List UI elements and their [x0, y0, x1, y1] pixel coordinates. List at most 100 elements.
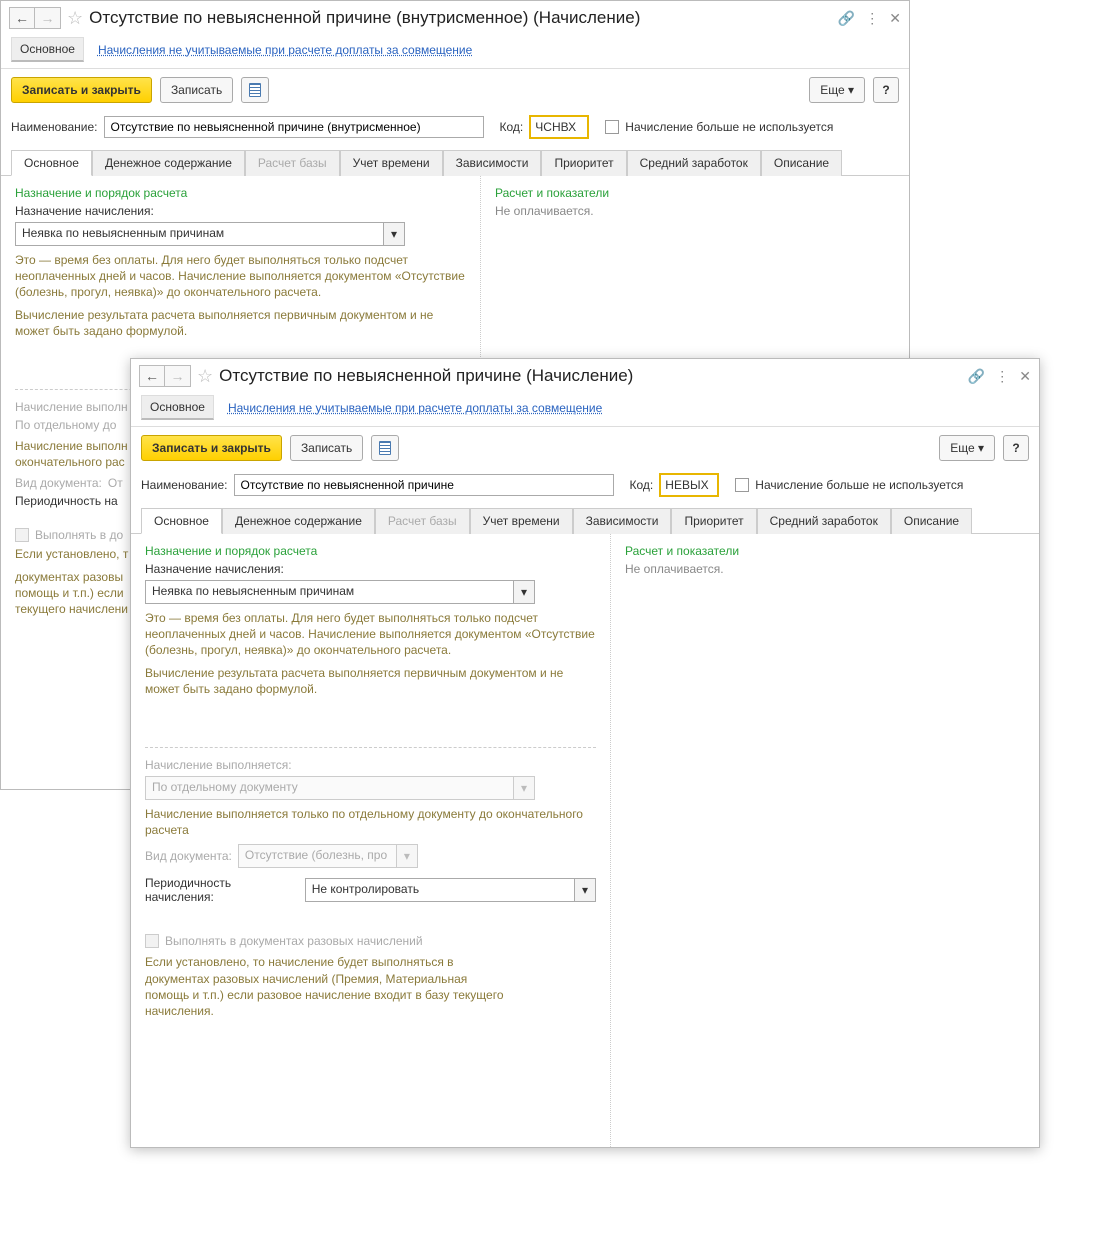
chevron-down-icon: ▾: [396, 844, 418, 868]
tab-money[interactable]: Денежное содержание: [222, 508, 375, 534]
tab-base[interactable]: Расчет базы: [245, 150, 340, 176]
calc-text: Не оплачивается.: [495, 204, 895, 218]
not-used-checkbox[interactable]: [735, 478, 749, 492]
save-button[interactable]: Записать: [160, 77, 233, 103]
name-input[interactable]: [234, 474, 614, 496]
section-purpose: Назначение и порядок расчета: [15, 186, 466, 200]
chevron-down-icon[interactable]: ▾: [574, 878, 596, 902]
tab-deps[interactable]: Зависимости: [443, 150, 542, 176]
tab-main[interactable]: Основное: [11, 150, 92, 176]
close-icon[interactable]: ✕: [889, 10, 901, 27]
chevron-down-icon[interactable]: ▾: [383, 222, 405, 246]
doctype-label: Вид документа:: [145, 849, 232, 863]
link-icon[interactable]: 🔗: [838, 10, 855, 27]
doctype-select: Отсутствие (болезнь, про ▾: [238, 844, 418, 868]
tab-priority[interactable]: Приоритет: [541, 150, 626, 176]
purpose-select[interactable]: Неявка по невыясненным причинам ▾: [15, 222, 405, 246]
tab-base[interactable]: Расчет базы: [375, 508, 470, 534]
nav-back-button[interactable]: ←: [9, 7, 35, 29]
favorite-icon[interactable]: ☆: [67, 8, 83, 29]
navlink-secondary[interactable]: Начисления не учитываемые при расчете до…: [228, 401, 602, 415]
razov-label: Выполнять в до: [35, 528, 123, 542]
doctype-value: Отсутствие (болезнь, про: [238, 844, 396, 868]
divider: [145, 747, 596, 748]
chevron-down-icon: ▾: [513, 776, 535, 800]
chevron-down-icon[interactable]: ▾: [513, 580, 535, 604]
nav-links: Основное Начисления не учитываемые при р…: [131, 391, 1039, 427]
calc-text: Не оплачивается.: [625, 562, 1025, 576]
more-vert-icon[interactable]: ⋮: [995, 368, 1009, 385]
code-input[interactable]: ЧСНВХ: [529, 115, 589, 139]
code-input[interactable]: НЕВЫХ: [659, 473, 719, 497]
tab-avg[interactable]: Средний заработок: [757, 508, 891, 534]
exec-hint: Начисление выполняется только по отдельн…: [145, 806, 596, 838]
favorite-icon[interactable]: ☆: [197, 366, 213, 387]
window-front: ← → ☆ Отсутствие по невыясненной причине…: [130, 358, 1040, 1148]
nav-forward-button[interactable]: →: [35, 7, 61, 29]
titlebar: ← → ☆ Отсутствие по невыясненной причине…: [1, 1, 909, 33]
exec-value: По отдельному документу: [145, 776, 513, 800]
nav-back-button[interactable]: ←: [139, 365, 165, 387]
navlink-main[interactable]: Основное: [141, 395, 214, 420]
tab-time[interactable]: Учет времени: [470, 508, 573, 534]
tab-deps[interactable]: Зависимости: [573, 508, 672, 534]
not-used-label: Начисление больше не используется: [755, 478, 963, 492]
period-value: Не контролировать: [305, 878, 574, 902]
close-icon[interactable]: ✕: [1019, 368, 1031, 385]
header-form: Наименование: Код: ЧСНВХ Начисление боль…: [1, 111, 909, 147]
not-used-label: Начисление больше не используется: [625, 120, 833, 134]
section-purpose: Назначение и порядок расчета: [145, 544, 596, 558]
list-icon: [249, 83, 261, 97]
section-calc: Расчет и показатели: [495, 186, 895, 200]
help-button[interactable]: ?: [1003, 435, 1029, 461]
window-title: Отсутствие по невыясненной причине (внут…: [89, 8, 838, 28]
exec-label: Начисление выполняется:: [145, 758, 596, 772]
not-used-checkbox[interactable]: [605, 120, 619, 134]
nav-forward-button[interactable]: →: [165, 365, 191, 387]
razov-label: Выполнять в документах разовых начислени…: [165, 934, 423, 948]
doctype-label: Вид документа:: [15, 476, 102, 490]
more-button[interactable]: Еще ▾: [939, 435, 995, 461]
more-button[interactable]: Еще ▾: [809, 77, 865, 103]
exec-select: По отдельному документу ▾: [145, 776, 535, 800]
tab-avg[interactable]: Средний заработок: [627, 150, 761, 176]
list-button[interactable]: [241, 77, 269, 103]
save-close-button[interactable]: Записать и закрыть: [141, 435, 282, 461]
titlebar: ← → ☆ Отсутствие по невыясненной причине…: [131, 359, 1039, 391]
period-label: Периодичность начисления:: [145, 876, 299, 904]
name-label: Наименование:: [11, 120, 98, 134]
tab-desc[interactable]: Описание: [761, 150, 842, 176]
exec-value: По отдельному до: [15, 418, 116, 432]
razov-checkbox: [15, 528, 29, 542]
purpose-hint1: Это — время без оплаты. Для него будет в…: [145, 610, 596, 659]
name-input[interactable]: [104, 116, 484, 138]
section-calc: Расчет и показатели: [625, 544, 1025, 558]
purpose-label: Назначение начисления:: [145, 562, 596, 576]
save-close-button[interactable]: Записать и закрыть: [11, 77, 152, 103]
navlink-main[interactable]: Основное: [11, 37, 84, 62]
more-vert-icon[interactable]: ⋮: [865, 10, 879, 27]
razov-checkbox: [145, 934, 159, 948]
razov-hint: Если установлено, то начисление будет вы…: [145, 954, 505, 1019]
tab-time[interactable]: Учет времени: [340, 150, 443, 176]
purpose-label: Назначение начисления:: [15, 204, 466, 218]
purpose-hint1b: Вычисление результата расчета выполняетс…: [145, 665, 596, 697]
right-column: Расчет и показатели Не оплачивается.: [611, 534, 1039, 1147]
tab-desc[interactable]: Описание: [891, 508, 972, 534]
list-button[interactable]: [371, 435, 399, 461]
period-select[interactable]: Не контролировать ▾: [305, 878, 596, 902]
navlink-secondary[interactable]: Начисления не учитываемые при расчете до…: [98, 43, 472, 57]
tab-priority[interactable]: Приоритет: [671, 508, 756, 534]
link-icon[interactable]: 🔗: [968, 368, 985, 385]
tab-main[interactable]: Основное: [141, 508, 222, 534]
help-button[interactable]: ?: [873, 77, 899, 103]
tab-money[interactable]: Денежное содержание: [92, 150, 245, 176]
purpose-hint1b: Вычисление результата расчета выполняетс…: [15, 307, 466, 339]
toolbar: Записать и закрыть Записать Еще ▾ ?: [131, 427, 1039, 469]
left-column: Назначение и порядок расчета Назначение …: [131, 534, 611, 1147]
save-button[interactable]: Записать: [290, 435, 363, 461]
nav-links: Основное Начисления не учитываемые при р…: [1, 33, 909, 69]
tabs: Основное Денежное содержание Расчет базы…: [1, 149, 909, 176]
tab-content: Назначение и порядок расчета Назначение …: [131, 534, 1039, 1147]
purpose-select[interactable]: Неявка по невыясненным причинам ▾: [145, 580, 535, 604]
